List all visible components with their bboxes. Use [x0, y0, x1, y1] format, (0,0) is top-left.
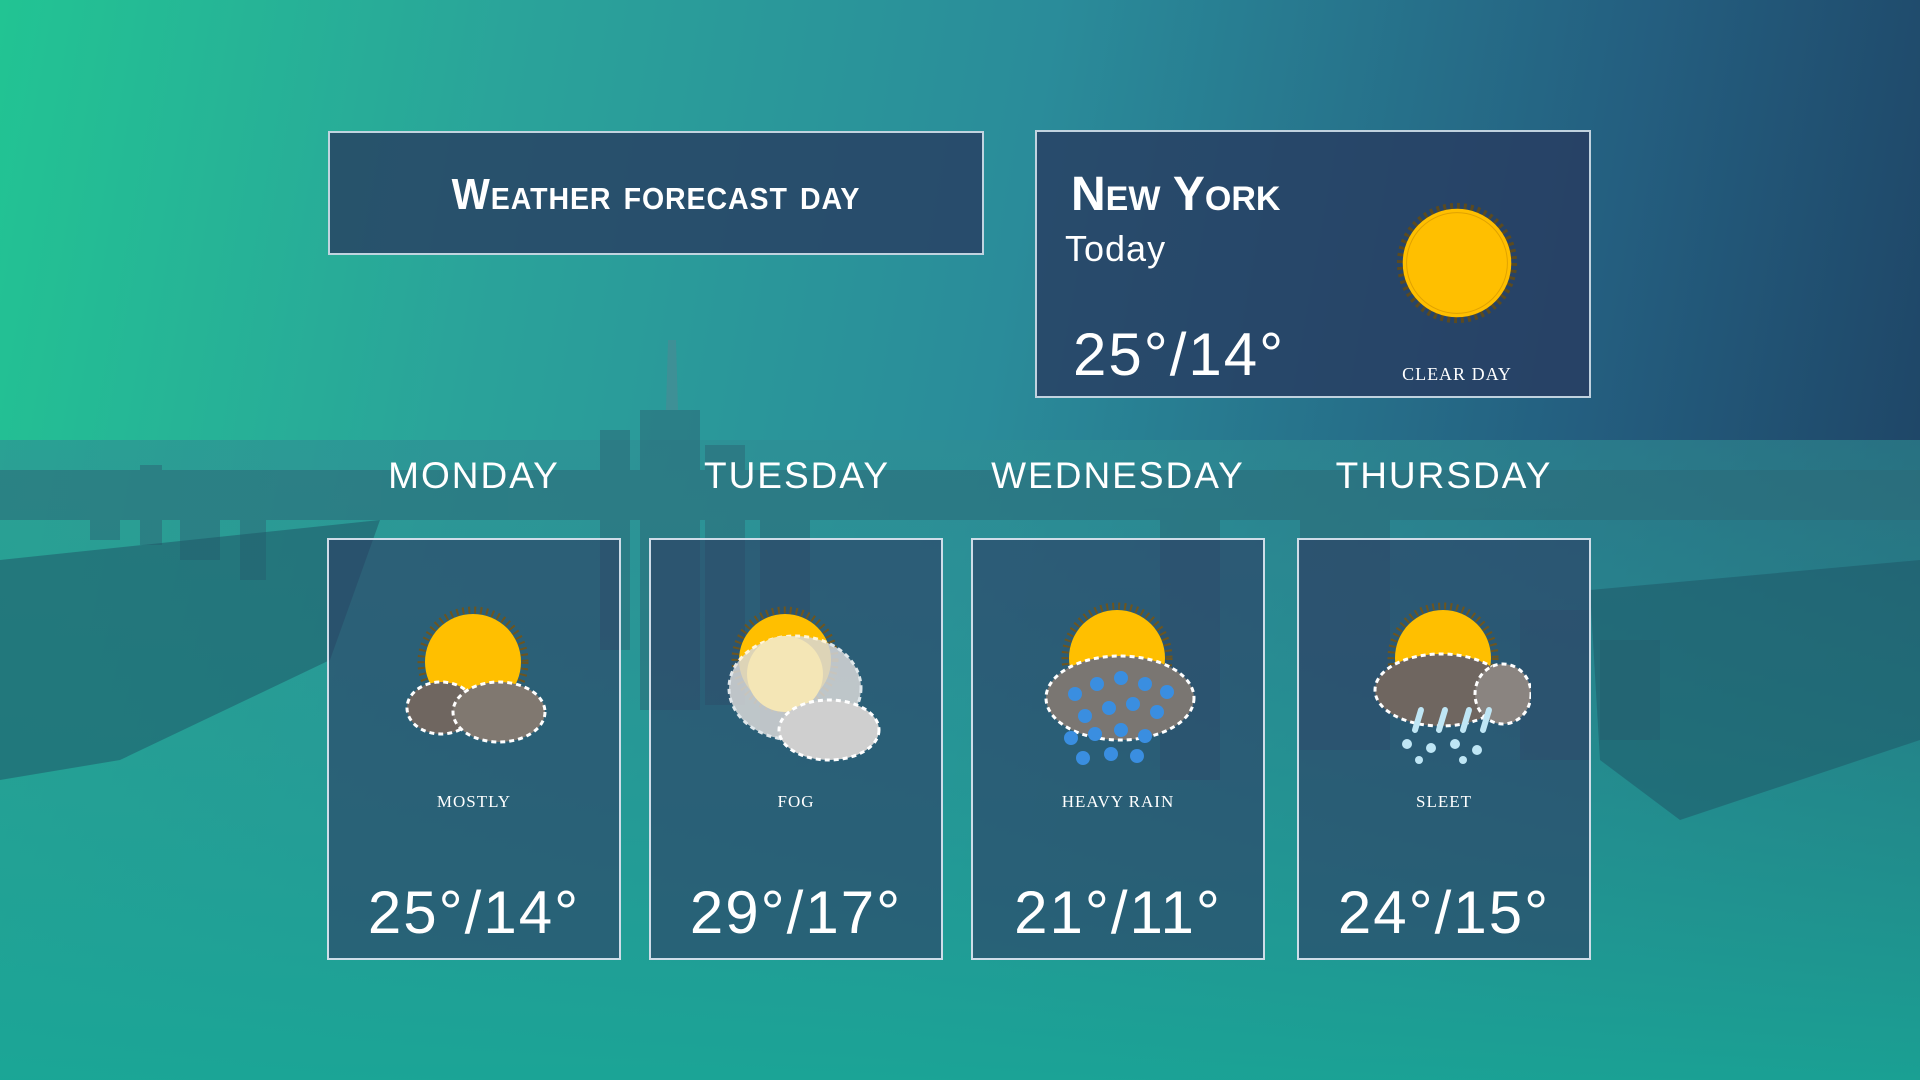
sun-icon	[1396, 202, 1518, 324]
page-title: Weather forecast day	[451, 170, 861, 219]
day-card-monday: MOSTLY 25°/14°	[327, 538, 621, 960]
day-condition-wednesday: HEAVY RAIN	[1061, 792, 1175, 811]
day-temperature-monday: 25°/14°	[367, 879, 581, 946]
day-card-thursday: SLEET 24°/15°	[1297, 538, 1591, 960]
day-card-wednesday: HEAVY RAIN 21°/11°	[971, 538, 1265, 960]
day-temperature-wednesday: 21°/11°	[1014, 879, 1222, 946]
sleet-icon	[1373, 602, 1531, 764]
today-panel: New York Today 25°/14° CLEAR DAY	[1035, 130, 1591, 398]
title-panel: Weather forecast day	[328, 131, 984, 255]
city-name: New York	[1071, 168, 1281, 221]
today-condition: CLEAR DAY	[1402, 364, 1512, 384]
day-card-tuesday: FOG 29°/17°	[649, 538, 943, 960]
day-label-wednesday: WEDNESDAY	[991, 455, 1245, 496]
partly-cloudy-icon	[405, 606, 547, 744]
day-label-tuesday: TUESDAY	[703, 455, 890, 496]
day-label-thursday: THURSDAY	[1335, 455, 1553, 496]
heavy-rain-icon	[1044, 602, 1196, 765]
day-condition-tuesday: FOG	[777, 792, 815, 811]
today-temperature: 25°/14°	[1073, 321, 1286, 388]
day-temperature-tuesday: 29°/17°	[689, 879, 903, 946]
day-temperature-thursday: 24°/15°	[1337, 879, 1551, 946]
day-condition-thursday: SLEET	[1416, 792, 1472, 811]
day-condition-monday: MOSTLY	[436, 792, 512, 811]
day-label-monday: MONDAY	[388, 455, 560, 496]
today-label: Today	[1065, 228, 1167, 269]
fog-icon	[727, 606, 881, 762]
